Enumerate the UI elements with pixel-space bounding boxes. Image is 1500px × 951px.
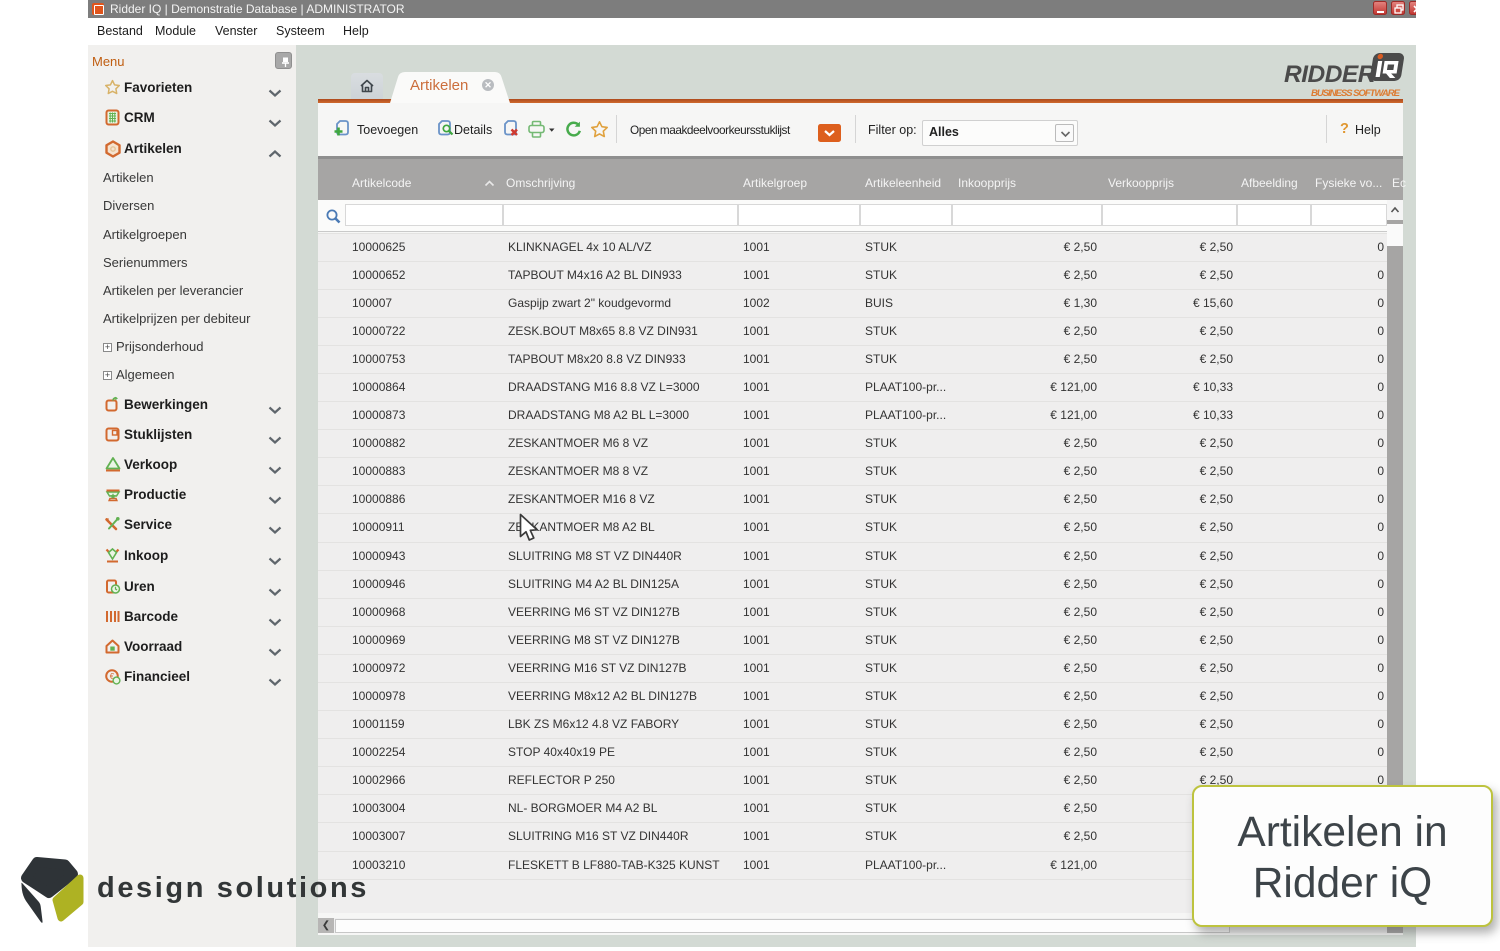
svg-text:BUSINESS SOFTWARE: BUSINESS SOFTWARE [1311,88,1401,99]
svg-text:RIDDER: RIDDER [1284,61,1376,88]
